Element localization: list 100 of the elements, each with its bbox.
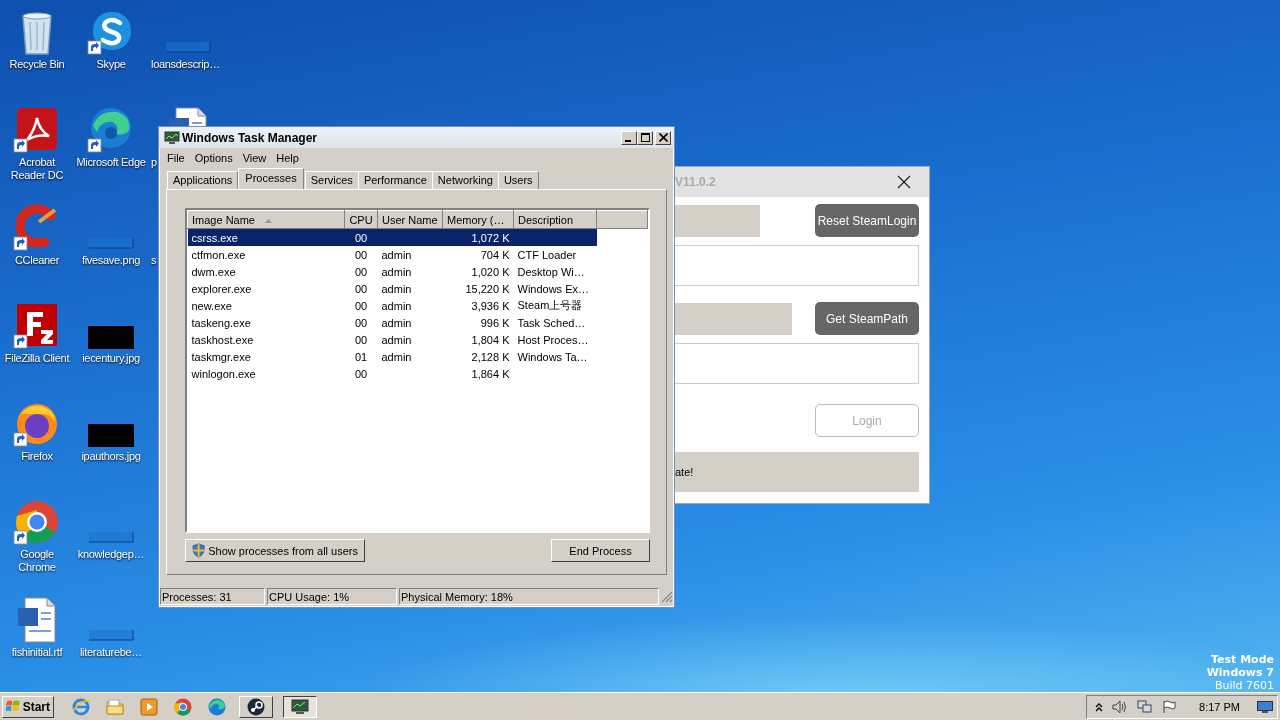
maximize-icon bbox=[640, 133, 650, 142]
tab[interactable]: Users bbox=[497, 171, 539, 189]
table-cell: Task Sched… bbox=[517, 316, 586, 329]
icon-label[interactable]: CCleaner bbox=[1, 254, 73, 267]
steam-icon bbox=[246, 696, 266, 717]
table-cell: 00 bbox=[354, 265, 368, 278]
table-cell: 00 bbox=[354, 231, 368, 244]
process-row[interactable]: explorer.exe 00 admin 15,220 K Windows Ex… bbox=[187, 280, 648, 297]
folder-icon bbox=[105, 696, 125, 717]
table-cell: admin bbox=[381, 350, 412, 363]
menu-item[interactable]: Options bbox=[189, 152, 238, 164]
table-cell: 704 K bbox=[480, 248, 510, 261]
menu-item[interactable]: File bbox=[162, 152, 190, 164]
table-cell: 01 bbox=[354, 350, 368, 363]
show-desktop-icon[interactable] bbox=[1257, 700, 1273, 713]
monitor-icon bbox=[290, 696, 310, 717]
chrome-icon bbox=[173, 696, 193, 717]
icon-label[interactable]: p bbox=[150, 156, 157, 169]
table-cell: Host Proces… bbox=[517, 333, 589, 346]
table-cell: admin bbox=[381, 265, 412, 278]
menu-item[interactable]: View bbox=[237, 152, 272, 164]
status-text: ate! bbox=[675, 466, 694, 478]
table-cell: winlogon.exe bbox=[191, 367, 256, 380]
minimize-button[interactable] bbox=[621, 130, 637, 145]
icon-label[interactable]: ipauthors.jpg bbox=[75, 450, 147, 463]
window-title: Windows Task Manager bbox=[182, 130, 318, 145]
icon-label[interactable]: Skype bbox=[75, 58, 147, 71]
input-field[interactable] bbox=[675, 343, 919, 384]
process-row[interactable]: csrss.exe 00 1,072 K bbox=[187, 228, 648, 246]
table-cell: csrss.exe bbox=[191, 231, 238, 244]
column-header[interactable]: User Name bbox=[377, 210, 443, 229]
process-row[interactable]: taskhost.exe 00 admin 1,804 K Host Proces… bbox=[187, 331, 648, 348]
icon-label[interactable]: Google Chrome bbox=[1, 548, 73, 574]
icon-label[interactable]: Recycle Bin bbox=[1, 58, 73, 71]
clock[interactable]: 8:17 PM bbox=[1199, 700, 1240, 713]
app-button[interactable]: Get SteamPath bbox=[815, 302, 919, 335]
status-pane: Processes: 31 bbox=[160, 588, 265, 605]
process-row[interactable]: taskmgr.exe 01 admin 2,128 K Windows Ta… bbox=[187, 348, 648, 365]
tab[interactable]: Performance bbox=[357, 171, 433, 189]
table-cell: new.exe bbox=[191, 299, 232, 312]
flag-icon[interactable] bbox=[1162, 699, 1177, 714]
table-cell: 1,864 K bbox=[471, 367, 510, 380]
column-header[interactable]: Image Name bbox=[187, 210, 345, 229]
process-row[interactable]: new.exe 00 admin 3,936 K Steam上号器 bbox=[187, 297, 648, 314]
icon-label[interactable]: Acrobat Reader DC bbox=[1, 156, 73, 182]
icon-label[interactable]: loansdescrip… bbox=[150, 58, 220, 71]
table-cell: admin bbox=[381, 299, 412, 312]
table-cell: 00 bbox=[354, 299, 368, 312]
system-text: Build 7601 bbox=[1213, 679, 1274, 692]
column-header[interactable]: Memory (… bbox=[442, 210, 514, 229]
process-row[interactable]: winlogon.exe 00 1,864 K bbox=[187, 365, 648, 382]
status-pane: Physical Memory: 18% bbox=[399, 588, 659, 605]
tab[interactable]: Services bbox=[304, 171, 359, 189]
network-icon[interactable] bbox=[1137, 699, 1154, 714]
icon-label[interactable]: FileZilla Client bbox=[1, 352, 73, 365]
process-row[interactable]: taskeng.exe 00 admin 996 K Task Sched… bbox=[187, 314, 648, 331]
show-hidden-icons-icon[interactable] bbox=[1095, 701, 1104, 712]
show-all-button[interactable]: Show processes from all users bbox=[185, 539, 365, 562]
icon-label[interactable]: Microsoft Edge bbox=[75, 156, 147, 169]
app-button[interactable]: Reset SteamLogin bbox=[815, 204, 919, 237]
table-cell: CTF Loader bbox=[517, 248, 577, 261]
taskbar-button[interactable] bbox=[283, 695, 317, 718]
status-pane: CPU Usage: 1% bbox=[267, 588, 397, 605]
tab[interactable]: Networking bbox=[431, 171, 499, 189]
table-cell: 2,128 K bbox=[471, 350, 510, 363]
speaker-icon[interactable] bbox=[1112, 699, 1129, 714]
process-row[interactable]: dwm.exe 00 admin 1,020 K Desktop Wi… bbox=[187, 263, 648, 280]
table-cell: 1,804 K bbox=[471, 333, 510, 346]
end-process-button[interactable]: End Process bbox=[551, 539, 650, 562]
close-button[interactable] bbox=[655, 130, 671, 145]
icon-label[interactable]: Firefox bbox=[1, 450, 73, 463]
icon-label[interactable]: s bbox=[150, 254, 157, 267]
table-cell: 1,020 K bbox=[471, 265, 510, 278]
menu-item[interactable]: Help bbox=[271, 152, 304, 164]
table-cell: 00 bbox=[354, 316, 368, 329]
window-title: V11.0.2 bbox=[675, 175, 716, 189]
table-cell: dwm.exe bbox=[191, 265, 236, 278]
maximize-button[interactable] bbox=[637, 130, 653, 145]
table-cell: Windows Ex… bbox=[517, 282, 590, 295]
browser-icon bbox=[71, 696, 91, 717]
table-cell: 00 bbox=[354, 367, 368, 380]
resize-grip-icon[interactable] bbox=[661, 590, 673, 603]
icon-label[interactable]: fivesave.png bbox=[75, 254, 147, 267]
system-text: Test Mode bbox=[1210, 653, 1274, 666]
process-row[interactable]: ctfmon.exe 00 admin 704 K CTF Loader bbox=[187, 246, 648, 263]
shield-icon bbox=[192, 543, 206, 558]
tab[interactable]: Processes bbox=[238, 168, 304, 189]
table-cell: 00 bbox=[354, 248, 368, 261]
start-button[interactable]: Start bbox=[2, 695, 54, 718]
column-header[interactable]: CPU bbox=[344, 210, 378, 229]
icon-label[interactable]: knowledgep… bbox=[75, 548, 147, 561]
icon-label[interactable]: iecentury.jpg bbox=[75, 352, 147, 365]
input-field[interactable] bbox=[675, 245, 919, 286]
table-cell: explorer.exe bbox=[191, 282, 252, 295]
close-icon[interactable] bbox=[897, 175, 911, 189]
tab[interactable]: Applications bbox=[167, 171, 239, 189]
system-text: Windows 7 bbox=[1206, 666, 1274, 679]
table-cell: Steam上号器 bbox=[517, 299, 583, 311]
chrome-icon[interactable] bbox=[13, 498, 61, 546]
column-header[interactable]: Description bbox=[513, 210, 597, 229]
